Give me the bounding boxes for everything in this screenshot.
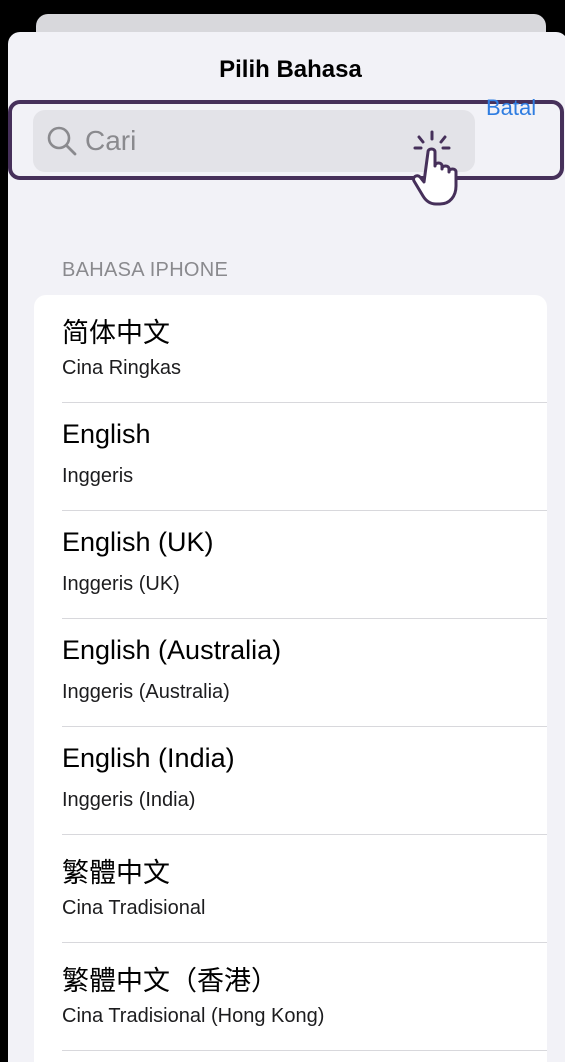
language-native-name: English (Australia) xyxy=(62,635,282,665)
language-native-name: 繁體中文 xyxy=(62,858,170,888)
language-native-name: 简体中文 xyxy=(62,318,170,348)
language-row-simplified-chinese[interactable]: 简体中文 Cina Ringkas xyxy=(34,295,547,403)
language-row-english-india[interactable]: English (India) Inggeris (India) xyxy=(34,727,547,835)
language-picker-sheet: Pilih Bahasa Cari BAHASA IPHONE 简体中文 Cin… xyxy=(8,32,565,1062)
screen: Pilih Bahasa Cari BAHASA IPHONE 简体中文 Cin… xyxy=(0,0,565,1062)
language-native-name: English xyxy=(62,419,151,449)
search-icon xyxy=(47,126,77,156)
language-translated-name: Inggeris (UK) xyxy=(62,573,180,595)
tap-hand-icon xyxy=(412,130,458,206)
language-native-name: 繁體中文（香港） xyxy=(62,966,278,996)
language-translated-name: Inggeris xyxy=(62,465,134,487)
language-list: 简体中文 Cina Ringkas English Inggeris Engli… xyxy=(34,295,547,1062)
language-translated-name: Cina Tradisional (Hong Kong) xyxy=(62,1005,325,1027)
language-translated-name: Inggeris (India) xyxy=(62,789,196,811)
section-header: BAHASA IPHONE xyxy=(62,259,229,281)
language-row-english-australia[interactable]: English (Australia) Inggeris (Australia) xyxy=(34,619,547,727)
language-translated-name: Cina Ringkas xyxy=(62,357,181,379)
language-translated-name: Inggeris (Australia) xyxy=(62,681,230,703)
cancel-button[interactable]: Batal xyxy=(486,95,536,121)
sheet-title: Pilih Bahasa xyxy=(219,56,362,83)
language-native-name: English (India) xyxy=(62,743,235,773)
search-placeholder: Cari xyxy=(85,125,137,156)
language-row-english[interactable]: English Inggeris xyxy=(34,403,547,511)
language-row-traditional-chinese-hong-kong[interactable]: 繁體中文（香港） Cina Tradisional (Hong Kong) xyxy=(34,943,547,1051)
language-row-english-uk[interactable]: English (UK) Inggeris (UK) xyxy=(34,511,547,619)
language-row-traditional-chinese[interactable]: 繁體中文 Cina Tradisional xyxy=(34,835,547,943)
language-translated-name: Cina Tradisional xyxy=(62,897,206,919)
language-native-name: English (UK) xyxy=(62,527,214,557)
